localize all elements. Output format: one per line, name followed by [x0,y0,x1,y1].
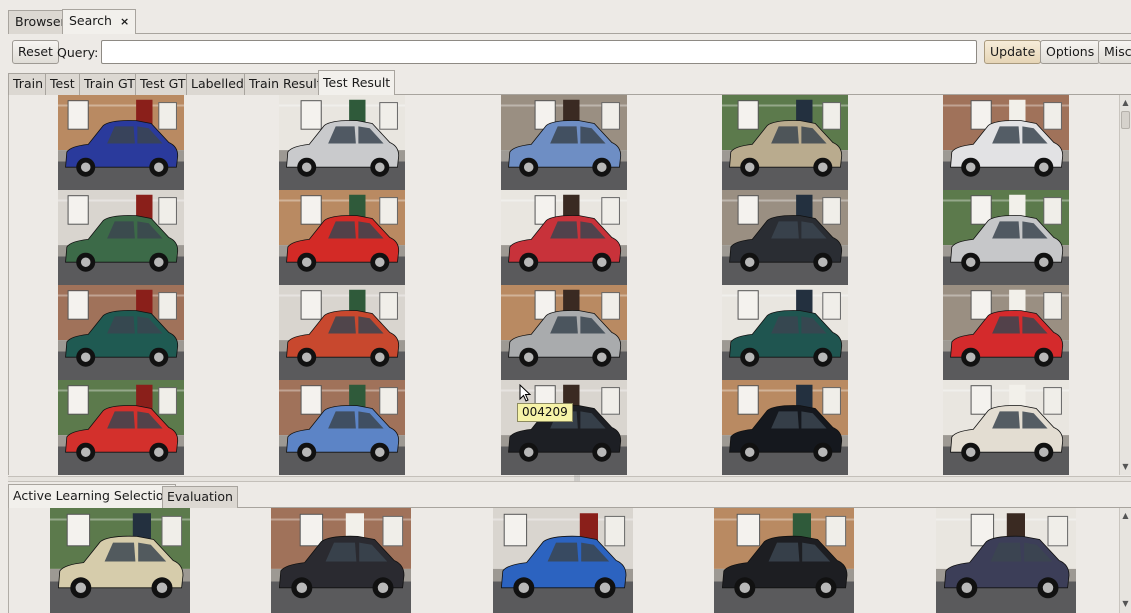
mouse-cursor-icon [519,383,532,405]
result-thumbnail[interactable] [501,190,627,285]
result-thumbnail[interactable] [58,285,184,380]
result-thumbnail[interactable] [279,285,405,380]
query-input[interactable] [101,40,977,64]
tab-train-gt[interactable]: Train GT [79,73,140,95]
selection-thumbnail[interactable] [714,508,854,613]
bottom-tab-bar: Active Learning Selection Evaluation [8,484,1131,508]
result-thumbnail[interactable] [722,285,848,380]
tab-search-label: Search [69,13,112,28]
result-thumbnail[interactable] [279,95,405,190]
tab-search[interactable]: Search × [62,9,137,34]
result-thumbnail[interactable] [722,380,848,475]
panel-splitter[interactable]: ||| [8,476,1131,482]
tab-active-learning-selection[interactable]: Active Learning Selection [8,484,177,508]
tab-test-result[interactable]: Test Result [318,70,396,95]
scroll-up-icon[interactable]: ▲ [1120,510,1131,521]
result-thumbnail[interactable] [943,95,1069,190]
tab-evaluation[interactable]: Evaluation [162,486,238,508]
close-tab-icon[interactable]: × [120,15,129,28]
bottom-scrollbar[interactable]: ▲ ▼ [1119,508,1131,613]
reset-button[interactable]: Reset [12,40,59,64]
result-thumbnail[interactable] [58,380,184,475]
tab-test-gt[interactable]: Test GT [135,73,191,95]
query-toolbar: Reset Query: Update Options Misc [8,38,1131,66]
selection-thumbnail[interactable] [936,508,1076,613]
tab-train-result[interactable]: Train Result [244,73,327,95]
splitter-grip-icon: ||| [574,475,581,482]
result-thumbnail[interactable] [279,190,405,285]
result-thumbnail[interactable] [722,190,848,285]
selection-thumbnail[interactable] [271,508,411,613]
misc-button[interactable]: Misc [1098,40,1131,64]
scroll-up-icon[interactable]: ▲ [1120,97,1131,108]
image-id-tooltip: 004209 [517,403,573,422]
result-tab-bar: Train Test Train GT Test GT Labelled Tra… [8,70,1131,95]
selection-thumbnail[interactable] [50,508,190,613]
result-thumbnail[interactable] [943,190,1069,285]
tab-labelled[interactable]: Labelled [186,73,249,95]
update-button[interactable]: Update [984,40,1042,64]
main-tab-bar: Browser Search × [8,8,1131,34]
result-thumbnail[interactable] [722,95,848,190]
scroll-down-icon[interactable]: ▼ [1120,461,1131,472]
tab-browser-label: Browser [15,14,66,29]
scrollbar-thumb[interactable] [1121,111,1130,129]
result-thumbnail[interactable] [943,285,1069,380]
tab-test[interactable]: Test [45,73,80,95]
result-thumbnail[interactable] [501,95,627,190]
selection-thumbnail[interactable] [493,508,633,613]
scroll-down-icon[interactable]: ▼ [1120,598,1131,609]
grid-scrollbar[interactable]: ▲ ▼ [1119,95,1131,475]
query-label: Query: [57,45,99,60]
options-button[interactable]: Options [1040,40,1101,64]
result-thumbnail[interactable] [943,380,1069,475]
active-learning-image-strip [8,508,1131,613]
result-thumbnail[interactable] [58,190,184,285]
result-thumbnail[interactable] [501,285,627,380]
tab-train[interactable]: Train [8,73,48,95]
result-thumbnail[interactable] [58,95,184,190]
result-thumbnail[interactable] [279,380,405,475]
